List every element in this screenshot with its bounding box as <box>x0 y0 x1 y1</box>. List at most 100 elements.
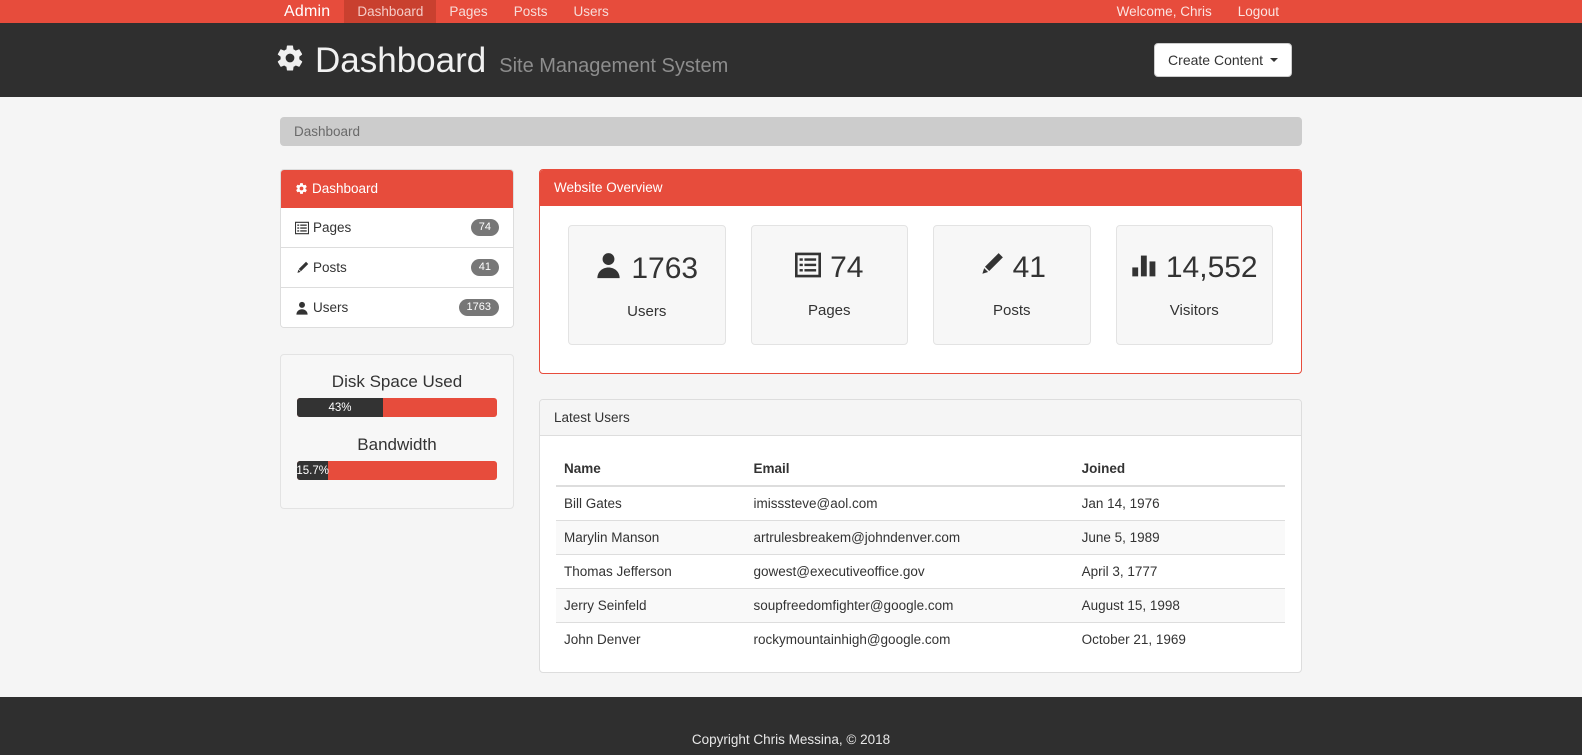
sidebar-badge-pages: 74 <box>470 219 499 236</box>
latest-users-panel: Latest Users Name Email Joined Bill Gate… <box>539 399 1302 673</box>
stat-number: 14,552 <box>1165 251 1258 284</box>
navbar-right-group: Welcome, Chris Logout <box>1104 0 1292 23</box>
create-content-label: Create Content <box>1168 52 1263 68</box>
gear-icon <box>275 43 305 78</box>
sidebar-badge-users: 1763 <box>458 299 499 316</box>
stat-label: Pages <box>807 302 851 319</box>
stat-card-users[interactable]: 1763 Users <box>568 225 726 345</box>
latest-users-body: Name Email Joined Bill Gates imisssteve@… <box>540 436 1301 672</box>
nav-item-posts[interactable]: Posts <box>501 0 561 23</box>
disk-space-progress: 43% <box>297 398 497 417</box>
cell-joined: June 5, 1989 <box>1073 520 1285 555</box>
stat-card-visitors[interactable]: 14,552 Visitors <box>1115 225 1273 345</box>
header-title-group: Dashboard Site Management System <box>275 43 728 78</box>
stat-value-group: 1763 <box>579 252 715 285</box>
stat-number: 1763 <box>631 251 699 285</box>
content-row: Dashboard Pages 74 Posts 41 Users 1763 D… <box>280 169 1302 698</box>
column-header-joined: Joined <box>1073 452 1285 487</box>
page-header: Dashboard Site Management System Create … <box>0 23 1582 97</box>
breadcrumb-item-dashboard[interactable]: Dashboard <box>294 124 360 139</box>
column-header-name: Name <box>556 452 746 487</box>
sidebar-item-pages[interactable]: Pages 74 <box>281 208 513 248</box>
disk-space-progress-fill: 43% <box>297 398 383 417</box>
sidebar-item-label: Users <box>313 300 349 315</box>
stat-label: Users <box>627 303 667 320</box>
column-header-email: Email <box>745 452 1074 487</box>
stat-card-pages[interactable]: 74 Pages <box>750 225 908 345</box>
website-overview-panel: Website Overview 1763 Users 74 Pages 41 … <box>539 169 1302 374</box>
nav-item-users[interactable]: Users <box>560 0 621 23</box>
bandwidth-title: Bandwidth <box>357 435 437 454</box>
table-row[interactable]: Thomas Jefferson gowest@executiveoffice.… <box>556 554 1285 589</box>
bandwidth-progress: 15.7% <box>297 461 497 480</box>
main-container: Dashboard Dashboard Pages 74 Posts 41 Us… <box>280 97 1302 698</box>
pencil-icon <box>295 261 309 275</box>
cell-joined: Jan 14, 1976 <box>1073 485 1285 521</box>
stats-row: 1763 Users 74 Pages 41 Posts 14,552 Visi… <box>556 222 1285 357</box>
website-overview-body: 1763 Users 74 Pages 41 Posts 14,552 Visi… <box>540 206 1301 373</box>
cell-joined: August 15, 1998 <box>1073 588 1285 623</box>
stat-number: 74 <box>830 251 864 284</box>
table-body: Bill Gates imisssteve@aol.com Jan 14, 19… <box>556 485 1285 656</box>
breadcrumb: Dashboard <box>280 117 1302 146</box>
cell-email: imisssteve@aol.com <box>745 485 1074 521</box>
chevron-down-icon <box>1270 58 1278 62</box>
stat-value-group: 14,552 <box>1127 252 1263 284</box>
sidebar-item-users[interactable]: Users 1763 <box>281 288 513 327</box>
stat-label: Visitors <box>1169 302 1219 319</box>
cell-email: gowest@executiveoffice.gov <box>745 554 1074 589</box>
cell-name: Marylin Manson <box>556 520 746 555</box>
user-icon <box>295 301 309 315</box>
table-head: Name Email Joined <box>556 452 1285 487</box>
cell-name: John Denver <box>556 622 746 656</box>
sidebar-nav-list: Dashboard Pages 74 Posts 41 Users 1763 <box>280 169 514 328</box>
cell-email: rockymountainhigh@google.com <box>745 622 1074 656</box>
copyright-text: Copyright Chris Messina, © 2018 <box>691 732 891 747</box>
gear-icon <box>295 182 308 195</box>
disk-space-title: Disk Space Used <box>331 372 463 391</box>
table-row[interactable]: Bill Gates imisssteve@aol.com Jan 14, 19… <box>556 485 1285 521</box>
nav-item-pages[interactable]: Pages <box>436 0 500 23</box>
table-row[interactable]: Jerry Seinfeld soupfreedomfighter@google… <box>556 588 1285 623</box>
website-overview-heading: Website Overview <box>540 170 1301 206</box>
table-row[interactable]: John Denver rockymountainhigh@google.com… <box>556 622 1285 656</box>
sidebar-item-posts[interactable]: Posts 41 <box>281 248 513 288</box>
create-content-button[interactable]: Create Content <box>1154 43 1292 77</box>
usage-meters-panel: Disk Space Used 43% Bandwidth 15.7% <box>280 354 514 509</box>
navbar-left-group: Admin Dashboard Pages Posts Users <box>270 0 622 23</box>
latest-users-table: Name Email Joined Bill Gates imisssteve@… <box>556 452 1285 656</box>
sidebar-item-label: Posts <box>313 260 347 275</box>
page-footer: Copyright Chris Messina, © 2018 <box>0 697 1582 755</box>
bar-chart-icon <box>1131 252 1157 284</box>
nav-item-dashboard[interactable]: Dashboard <box>344 0 437 23</box>
sidebar-badge-posts: 41 <box>470 259 499 276</box>
welcome-label[interactable]: Welcome, Chris <box>1104 0 1225 23</box>
list-alt-icon <box>795 252 822 284</box>
main-column: Website Overview 1763 Users 74 Pages 41 … <box>539 169 1302 698</box>
cell-joined: April 3, 1777 <box>1073 554 1285 589</box>
user-icon <box>595 252 622 285</box>
logout-link[interactable]: Logout <box>1225 0 1292 23</box>
bandwidth-progress-fill: 15.7% <box>297 461 329 480</box>
cell-name: Thomas Jefferson <box>556 554 746 589</box>
navbar-brand[interactable]: Admin <box>270 0 344 23</box>
stat-number: 41 <box>1012 251 1046 284</box>
latest-users-heading: Latest Users <box>540 400 1301 436</box>
stat-card-posts[interactable]: 41 Posts <box>933 225 1091 345</box>
table-header-row: Name Email Joined <box>556 452 1285 487</box>
top-navbar: Admin Dashboard Pages Posts Users Welcom… <box>0 0 1582 23</box>
page-subtitle: Site Management System <box>499 54 729 77</box>
page-title: Dashboard <box>315 40 487 80</box>
stat-value-group: 41 <box>944 252 1080 284</box>
sidebar-item-label: Dashboard <box>312 181 379 196</box>
cell-email: artrulesbreakem@johndenver.com <box>745 520 1074 555</box>
sidebar-item-dashboard[interactable]: Dashboard <box>281 170 513 208</box>
table-row[interactable]: Marylin Manson artrulesbreakem@johndenve… <box>556 520 1285 555</box>
stat-label: Posts <box>992 302 1031 319</box>
stat-value-group: 74 <box>762 252 898 284</box>
list-alt-icon <box>295 221 309 235</box>
pencil-icon <box>978 252 1004 284</box>
sidebar-item-label: Pages <box>313 220 352 235</box>
cell-email: soupfreedomfighter@google.com <box>745 588 1074 623</box>
sidebar-column: Dashboard Pages 74 Posts 41 Users 1763 D… <box>280 169 514 509</box>
